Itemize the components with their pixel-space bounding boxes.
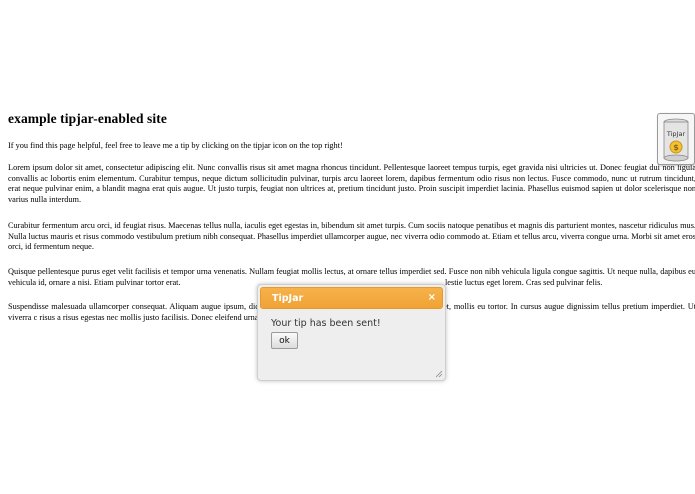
ok-button[interactable]: ok [271,332,298,349]
tip-sent-dialog: TipJar × Your tip has been sent! ok [257,284,446,381]
dialog-overlay: TipJar × Your tip has been sent! ok [0,0,695,494]
dialog-message: Your tip has been sent! [271,318,381,329]
resize-grip-icon[interactable] [435,370,443,378]
close-icon[interactable]: × [428,292,436,303]
dialog-titlebar[interactable]: TipJar × [260,287,443,309]
dialog-title: TipJar [272,293,304,304]
